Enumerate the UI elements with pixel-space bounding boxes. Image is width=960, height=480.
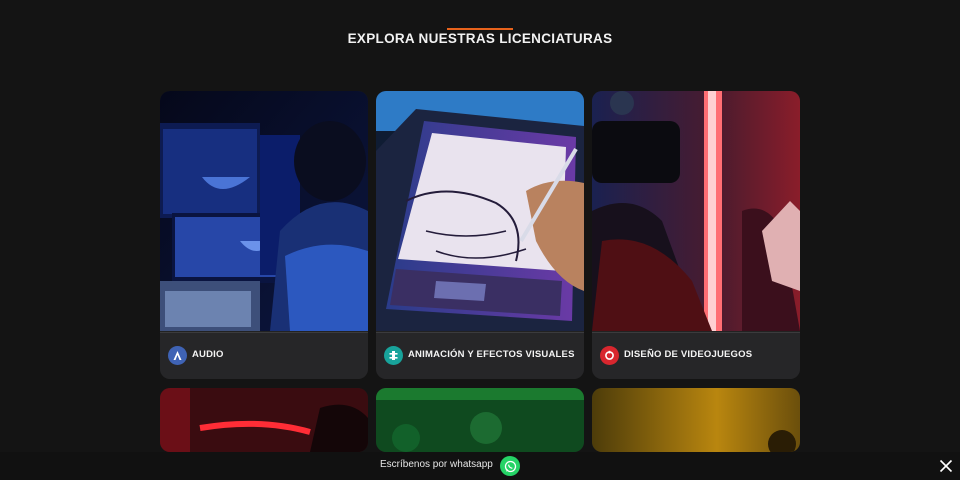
row2-photo-1 [160, 388, 368, 452]
audio-badge-icon [168, 346, 187, 365]
videogame-photo [592, 91, 800, 331]
animation-photo [376, 91, 584, 331]
card-label-bar: DISEÑO DE VIDEOJUEGOS [592, 332, 800, 379]
close-icon[interactable] [939, 459, 953, 473]
section-title: EXPLORA NUESTRAS LICENCIATURAS [347, 31, 613, 46]
animation-badge-icon [384, 346, 403, 365]
card-label: ANIMACIÓN Y EFECTOS VISUALES [408, 349, 575, 360]
program-card-row2-1[interactable] [160, 388, 368, 452]
row2-photo-2 [376, 388, 584, 452]
whatsapp-icon[interactable] [500, 456, 520, 476]
title-accent-line [447, 28, 513, 30]
program-card-row2-3[interactable] [592, 388, 800, 452]
card-label-bar: AUDIO [160, 332, 368, 379]
videogame-badge-icon [600, 346, 619, 365]
program-card-animacion[interactable]: ANIMACIÓN Y EFECTOS VISUALES [376, 91, 584, 379]
program-card-videojuegos[interactable]: DISEÑO DE VIDEOJUEGOS [592, 91, 800, 379]
row2-photo-3 [592, 388, 800, 452]
card-label-bar: ANIMACIÓN Y EFECTOS VISUALES [376, 332, 584, 379]
card-label: DISEÑO DE VIDEOJUEGOS [624, 349, 753, 360]
program-card-row2-2[interactable] [376, 388, 584, 452]
program-card-audio[interactable]: AUDIO [160, 91, 368, 379]
whatsapp-prompt-text[interactable]: Escríbenos por whatsapp [380, 459, 493, 470]
audio-photo [160, 91, 368, 331]
card-label: AUDIO [192, 349, 224, 360]
